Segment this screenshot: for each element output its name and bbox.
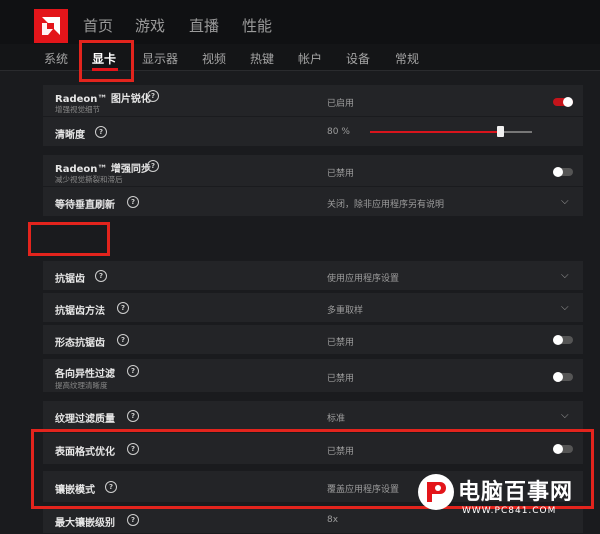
nav-games[interactable]: 游戏	[135, 15, 165, 36]
setting-label: 等待垂直刷新	[55, 200, 115, 211]
help-icon[interactable]: ?	[95, 126, 107, 138]
setting-value: 已禁用	[327, 338, 355, 348]
toggle-knob	[553, 335, 563, 345]
watermark-logo-icon	[418, 474, 454, 510]
setting-label: 抗锯齿	[55, 274, 85, 285]
chevron-down-icon[interactable]: ⌵	[561, 410, 569, 421]
setting-label: 抗锯齿方法	[55, 306, 105, 317]
setting-label: 纹理过滤质量	[55, 414, 115, 425]
help-icon[interactable]: ?	[127, 196, 139, 208]
highlight-box-advanced	[28, 222, 110, 256]
anisotropic-toggle[interactable]	[553, 372, 573, 382]
setting-row-aa-method[interactable]: 抗锯齿方法 ? 多重取样 ⌵	[43, 293, 583, 323]
setting-label: 各向异性过滤	[55, 369, 115, 380]
chevron-down-icon[interactable]: ⌵	[561, 196, 569, 207]
watermark: 电脑百事网 WWW.PC841.COM	[418, 470, 600, 520]
chevron-down-icon[interactable]: ⌵	[561, 302, 569, 313]
setting-label: Radeon™ 图片锐化	[55, 94, 151, 105]
amd-logo[interactable]	[34, 9, 68, 43]
help-icon[interactable]: ?	[127, 410, 139, 422]
toggle-knob	[553, 372, 563, 382]
watermark-title: 电脑百事网	[458, 480, 574, 505]
tab-system[interactable]: 系统	[44, 50, 68, 67]
nav-home[interactable]: 首页	[83, 15, 113, 36]
setting-label: 形态抗锯齿	[55, 338, 105, 349]
amd-arrow-icon	[42, 17, 60, 35]
tab-devices[interactable]: 设备	[346, 50, 370, 67]
tab-hotkeys[interactable]: 热键	[250, 50, 274, 67]
highlight-box-graphics-tab	[79, 40, 134, 82]
setting-value: 80 %	[327, 127, 350, 137]
help-icon[interactable]: ?	[147, 90, 159, 102]
help-icon[interactable]: ?	[95, 270, 107, 282]
setting-row-anisotropic[interactable]: 各向异性过滤 ? 提高纹理清晰度 已禁用	[43, 359, 583, 393]
setting-row-enhanced-sync[interactable]: Radeon™ 增强同步 ? 减少视觉撕裂和滞后 已禁用	[43, 155, 583, 187]
setting-sublabel: 提高纹理清晰度	[55, 381, 108, 390]
toggle-knob	[553, 167, 563, 177]
sharpening-toggle[interactable]	[553, 97, 573, 107]
clarity-slider[interactable]	[370, 126, 532, 137]
top-bar: 首页 游戏 直播 性能	[0, 0, 600, 44]
help-icon[interactable]: ?	[117, 334, 129, 346]
tab-video[interactable]: 视频	[202, 50, 226, 67]
setting-row-sharpening[interactable]: Radeon™ 图片锐化 ? 增强视觉细节 已启用	[43, 85, 583, 117]
help-icon[interactable]: ?	[127, 514, 139, 526]
setting-value: 已禁用	[327, 374, 355, 384]
setting-value: 标准	[327, 414, 346, 424]
setting-value: 多重取样	[327, 306, 364, 316]
setting-value: 使用应用程序设置	[327, 274, 400, 284]
setting-value: 8x	[327, 515, 339, 525]
setting-value: 关闭，除非应用程序另有说明	[327, 200, 445, 210]
help-icon[interactable]: ?	[147, 160, 159, 172]
morph-aa-toggle[interactable]	[553, 335, 573, 345]
tab-display[interactable]: 显示器	[142, 50, 178, 67]
setting-label: 最大镶嵌级别	[55, 518, 115, 529]
setting-value: 已禁用	[327, 169, 355, 179]
setting-sublabel: 增强视觉细节	[55, 105, 100, 114]
setting-row-texture-quality[interactable]: 纹理过滤质量 ? 标准 ⌵	[43, 401, 583, 431]
setting-label: Radeon™ 增强同步	[55, 164, 151, 175]
slider-fill	[370, 131, 500, 133]
setting-sublabel: 减少视觉撕裂和滞后	[55, 175, 123, 184]
setting-row-vsync[interactable]: 等待垂直刷新 ? 关闭，除非应用程序另有说明 ⌵	[43, 187, 583, 217]
enhanced-sync-toggle[interactable]	[553, 167, 573, 177]
setting-value: 已启用	[327, 99, 355, 109]
slider-handle[interactable]	[496, 126, 504, 137]
tab-general[interactable]: 常规	[395, 50, 419, 67]
toggle-knob	[563, 97, 573, 107]
nav-performance[interactable]: 性能	[242, 15, 272, 36]
chevron-down-icon[interactable]: ⌵	[561, 270, 569, 281]
watermark-url: WWW.PC841.COM	[462, 506, 557, 516]
setting-row-antialiasing[interactable]: 抗锯齿 ? 使用应用程序设置 ⌵	[43, 261, 583, 291]
nav-streaming[interactable]: 直播	[189, 15, 219, 36]
setting-row-morph-aa[interactable]: 形态抗锯齿 ? 已禁用	[43, 325, 583, 355]
help-icon[interactable]: ?	[127, 365, 139, 377]
setting-label: 清晰度	[55, 130, 85, 141]
tab-account[interactable]: 帐户	[298, 50, 322, 67]
help-icon[interactable]: ?	[117, 302, 129, 314]
